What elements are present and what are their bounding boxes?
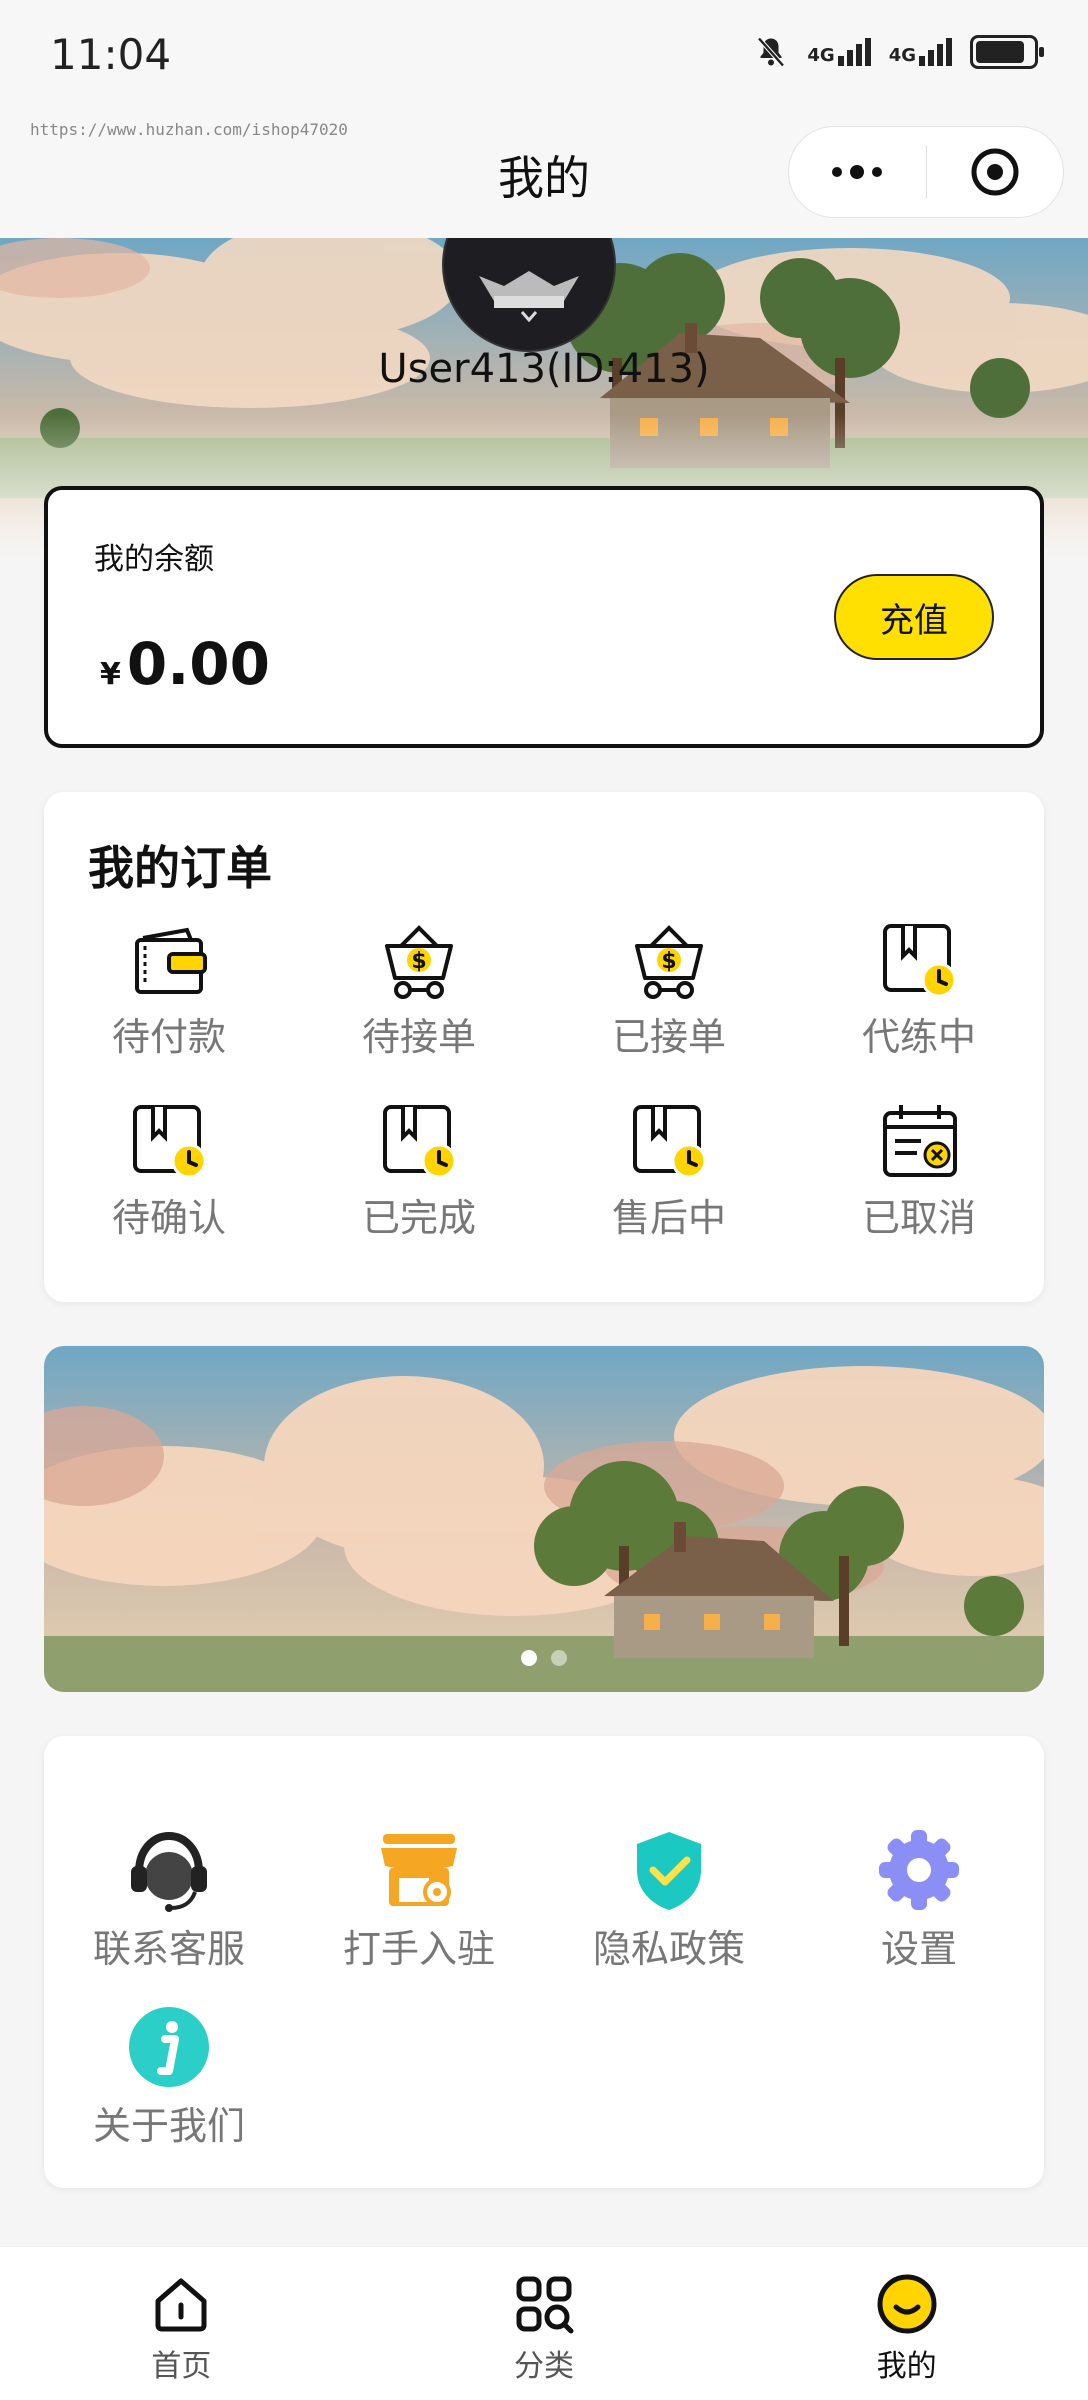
calendar-cancel-icon bbox=[883, 1105, 957, 1177]
user-name: User413(ID:413) bbox=[378, 346, 710, 392]
tab-label: 首页 bbox=[151, 2349, 212, 2384]
box-clock-icon bbox=[383, 1105, 457, 1179]
currency-symbol: ¥ bbox=[100, 657, 121, 692]
service-label: 隐私政策 bbox=[592, 1927, 745, 1971]
order-completed[interactable]: 已完成 bbox=[294, 1097, 544, 1242]
category-icon bbox=[516, 2276, 574, 2334]
recharge-button[interactable]: 充值 bbox=[834, 574, 994, 660]
target-circle-icon bbox=[971, 148, 1019, 196]
service-label: 打手入驻 bbox=[342, 1927, 495, 1971]
mute-bell-icon bbox=[757, 37, 786, 67]
settings[interactable]: 设置 bbox=[794, 1822, 1044, 1973]
order-label: 代练中 bbox=[861, 1015, 976, 1059]
order-label: 已完成 bbox=[361, 1196, 476, 1240]
service-label: 联系客服 bbox=[92, 1927, 245, 1971]
order-label: 已取消 bbox=[861, 1196, 976, 1240]
basket-dollar-icon: $ bbox=[385, 925, 453, 999]
watermark: https://www.huzhan.com/ishop47020 bbox=[30, 120, 348, 139]
carousel-dot[interactable] bbox=[521, 1650, 537, 1666]
status-bar: 11:04 4G 4G bbox=[0, 0, 1088, 112]
shield-check-icon bbox=[637, 1832, 701, 1910]
avatar-logo-icon bbox=[479, 271, 579, 323]
info-icon bbox=[129, 2007, 209, 2087]
balance-amount: 0.00 bbox=[126, 630, 270, 698]
balance-label: 我的余额 bbox=[94, 542, 214, 577]
status-time: 11:04 bbox=[50, 30, 172, 79]
order-pending-payment[interactable]: 待付款 bbox=[44, 916, 294, 1061]
about-us[interactable]: 关于我们 bbox=[44, 1999, 294, 2150]
order-accepted[interactable]: $ 已接单 bbox=[544, 916, 794, 1061]
service-label: 设置 bbox=[880, 1927, 957, 1971]
store-icon bbox=[381, 1834, 457, 1906]
tab-mine[interactable]: 我的 bbox=[725, 2247, 1088, 2400]
close-button[interactable] bbox=[927, 127, 1064, 217]
svg-text:$: $ bbox=[661, 949, 676, 974]
orders-card: 我的订单 待付款 $ 待接单 $ 已接单 代练中 待确认 已完成 售后中 已取消 bbox=[44, 792, 1044, 1302]
order-label: 已接单 bbox=[611, 1015, 726, 1059]
gear-icon bbox=[879, 1830, 959, 1910]
orders-grid: 待付款 $ 待接单 $ 已接单 代练中 待确认 已完成 售后中 已取消 bbox=[44, 916, 1044, 1242]
tab-label: 分类 bbox=[514, 2349, 574, 2384]
balance-value: ¥ 0.00 bbox=[100, 630, 270, 698]
join-as-booster[interactable]: 打手入驻 bbox=[294, 1822, 544, 1973]
order-label: 售后中 bbox=[611, 1196, 726, 1240]
carousel-dot[interactable] bbox=[551, 1650, 567, 1666]
more-button[interactable] bbox=[789, 127, 926, 217]
order-awaiting-accept[interactable]: $ 待接单 bbox=[294, 916, 544, 1061]
services-grid: 联系客服 打手入驻 隐私政策 设置 关于我们 bbox=[44, 1822, 1044, 2150]
tab-label: 我的 bbox=[876, 2349, 937, 2384]
box-clock-icon bbox=[883, 924, 957, 998]
balance-card: 我的余额 ¥ 0.00 充值 bbox=[44, 486, 1044, 748]
signal-icon: 4G bbox=[807, 38, 871, 66]
order-label: 待确认 bbox=[111, 1196, 226, 1240]
promo-banner[interactable] bbox=[44, 1346, 1044, 1692]
tab-bar: 首页 分类 我的 bbox=[0, 2246, 1088, 2400]
order-label: 待接单 bbox=[361, 1015, 476, 1059]
status-icons: 4G 4G bbox=[753, 34, 1044, 70]
battery-icon bbox=[970, 35, 1044, 69]
privacy-policy[interactable]: 隐私政策 bbox=[544, 1822, 794, 1973]
order-awaiting-confirm[interactable]: 待确认 bbox=[44, 1097, 294, 1242]
box-clock-icon bbox=[133, 1105, 207, 1179]
basket-dollar-icon: $ bbox=[635, 925, 703, 999]
order-in-progress[interactable]: 代练中 bbox=[794, 916, 1044, 1061]
svg-text:$: $ bbox=[411, 949, 426, 974]
box-clock-icon bbox=[633, 1105, 707, 1179]
services-card: 联系客服 打手入驻 隐私政策 设置 关于我们 bbox=[44, 1736, 1044, 2188]
mini-program-capsule bbox=[788, 126, 1064, 218]
tab-category[interactable]: 分类 bbox=[363, 2247, 726, 2400]
order-cancelled[interactable]: 已取消 bbox=[794, 1097, 1044, 1242]
order-label: 待付款 bbox=[111, 1015, 226, 1059]
contact-support[interactable]: 联系客服 bbox=[44, 1822, 294, 1973]
home-icon bbox=[155, 2278, 207, 2332]
wallet-icon bbox=[135, 927, 207, 994]
nav-bar: https://www.huzhan.com/ishop47020 我的 bbox=[0, 112, 1088, 238]
banner-image bbox=[44, 1346, 1044, 1692]
tab-home[interactable]: 首页 bbox=[0, 2247, 363, 2400]
smile-icon bbox=[877, 2274, 937, 2334]
carousel-indicators bbox=[44, 1650, 1044, 1666]
signal-icon: 4G bbox=[889, 38, 952, 66]
order-after-sales[interactable]: 售后中 bbox=[544, 1097, 794, 1242]
service-label: 关于我们 bbox=[92, 2104, 245, 2148]
headset-icon bbox=[131, 1831, 207, 1912]
orders-title: 我的订单 bbox=[88, 841, 272, 895]
more-dots-icon bbox=[832, 165, 883, 179]
